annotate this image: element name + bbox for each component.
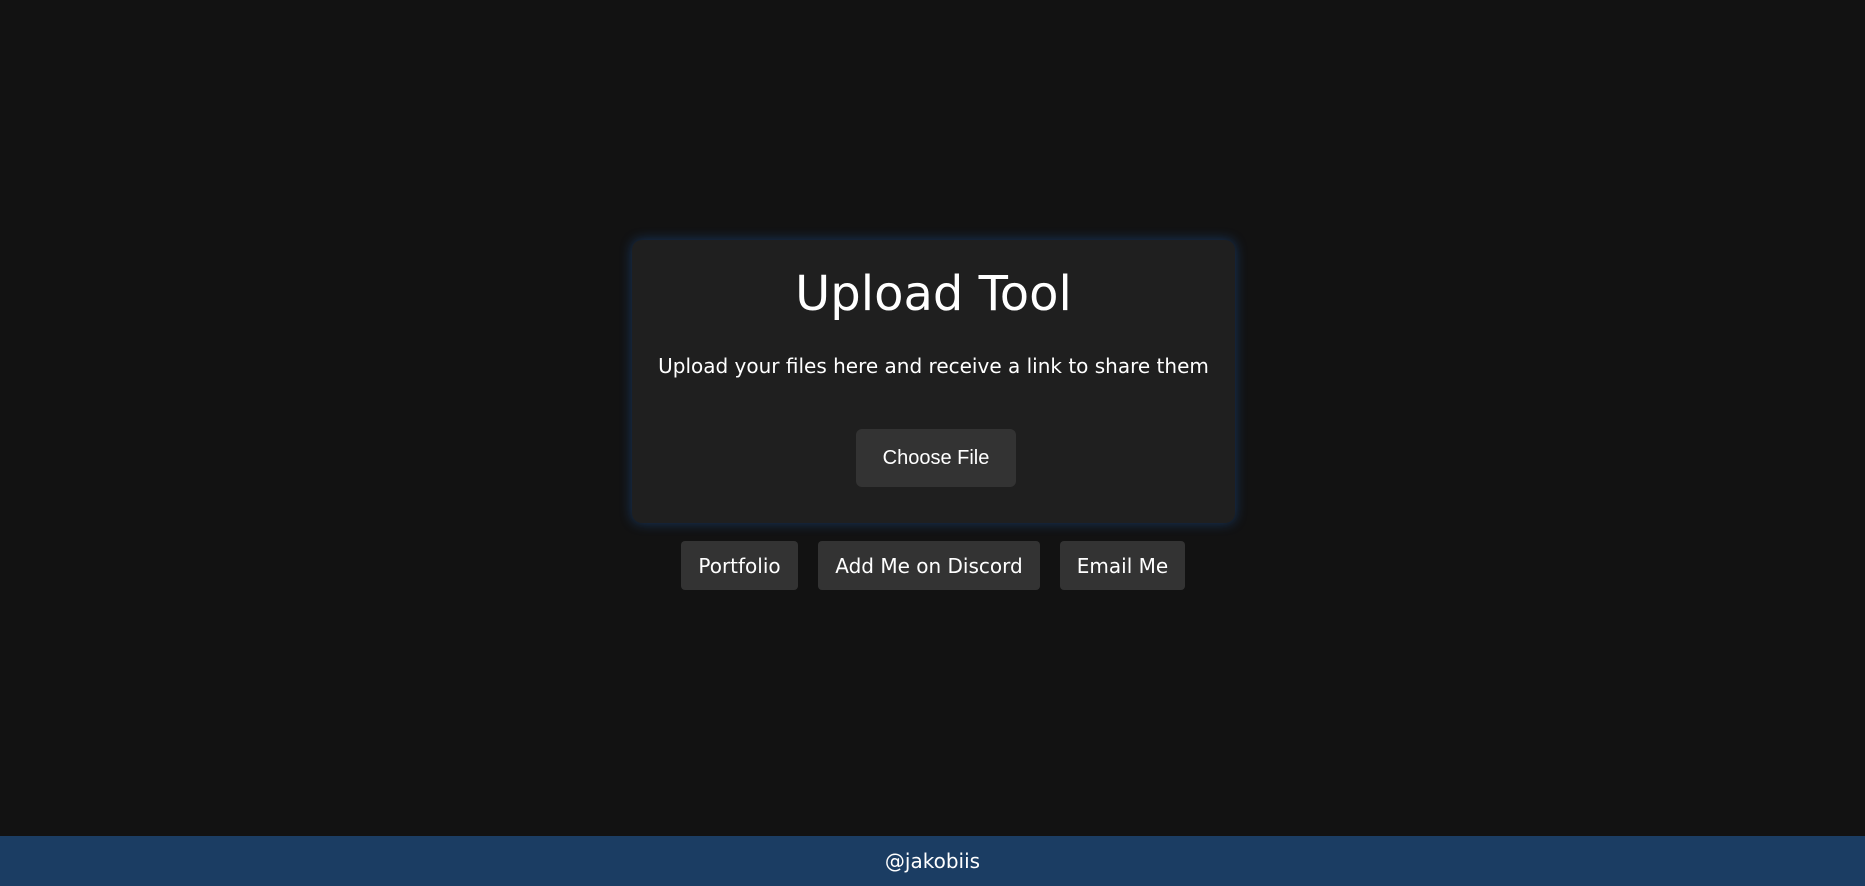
discord-button[interactable]: Add Me on Discord (818, 541, 1040, 590)
email-button[interactable]: Email Me (1060, 541, 1185, 590)
upload-card: Upload Tool Upload your files here and r… (632, 240, 1235, 523)
page-subtitle: Upload your files here and receive a lin… (658, 354, 1209, 378)
page-title: Upload Tool (795, 266, 1072, 322)
choose-file-button[interactable]: Choose File (856, 429, 1016, 487)
footer: @jakobiis (0, 836, 1865, 886)
portfolio-button[interactable]: Portfolio (681, 541, 798, 590)
footer-handle: @jakobiis (884, 849, 981, 873)
